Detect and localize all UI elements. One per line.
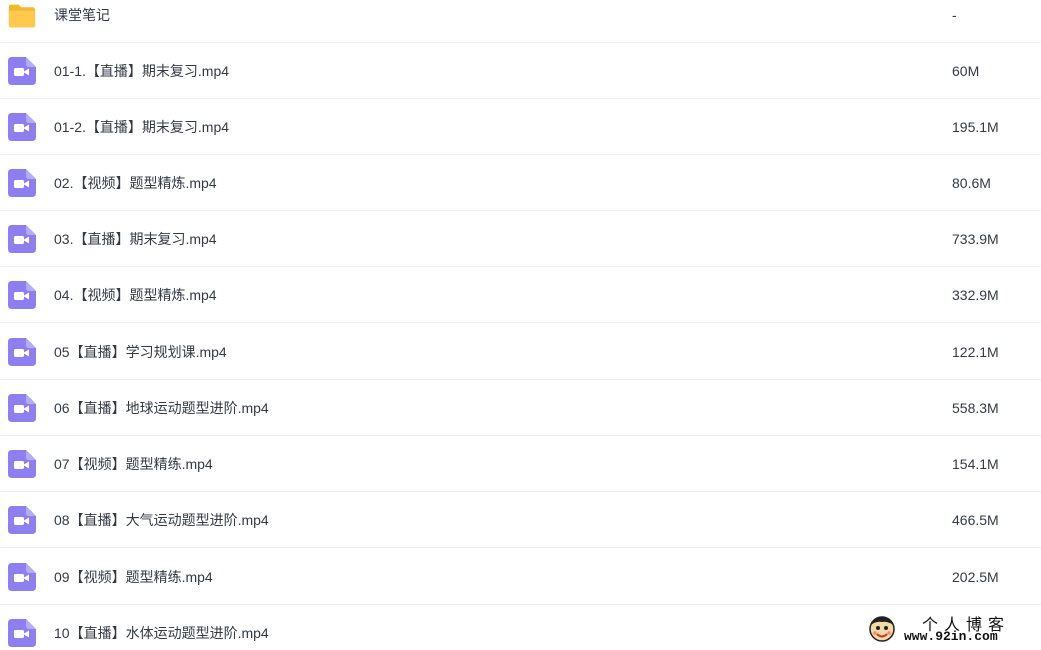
file-size: 202.5M xyxy=(952,569,999,585)
file-row[interactable]: 07【视频】题型精练.mp4 154.1M xyxy=(0,436,1041,492)
video-file-icon xyxy=(8,281,36,309)
file-name: 05【直播】学习规划课.mp4 xyxy=(54,344,227,360)
file-size: 195.1M xyxy=(952,119,999,135)
video-file-icon xyxy=(8,506,36,534)
file-size: 80.6M xyxy=(952,175,991,191)
file-size: 558.3M xyxy=(952,400,999,416)
video-file-icon xyxy=(8,113,36,141)
video-file-icon xyxy=(8,57,36,85)
file-row[interactable]: 03.【直播】期末复习.mp4 733.9M xyxy=(0,211,1041,267)
watermark-url: www.92in.com xyxy=(904,629,998,644)
file-name: 03.【直播】期末复习.mp4 xyxy=(54,231,217,247)
file-name: 07【视频】题型精练.mp4 xyxy=(54,456,213,472)
file-size: 466.5M xyxy=(952,512,999,528)
file-name: 06【直播】地球运动题型进阶.mp4 xyxy=(54,400,269,416)
file-list: 课堂笔记 - 01-1.【直播】期末复习.mp4 60M 01-2.【直播】期末… xyxy=(0,0,1041,650)
video-file-icon xyxy=(8,619,36,647)
mascot-icon xyxy=(869,616,895,642)
video-file-icon xyxy=(8,169,36,197)
watermark: 个人博客 www.92in.com xyxy=(868,611,1033,647)
file-name: 08【直播】大气运动题型进阶.mp4 xyxy=(54,512,269,528)
file-row[interactable]: 04.【视频】题型精炼.mp4 332.9M xyxy=(0,267,1041,323)
video-file-icon xyxy=(8,338,36,366)
file-size: 332.9M xyxy=(952,287,999,303)
video-file-icon xyxy=(8,450,36,478)
file-size: 60M xyxy=(952,63,980,79)
file-name: 02.【视频】题型精炼.mp4 xyxy=(54,175,217,191)
video-file-icon xyxy=(8,225,36,253)
file-size: 122.1M xyxy=(952,344,999,360)
file-row[interactable]: 02.【视频】题型精炼.mp4 80.6M xyxy=(0,155,1041,211)
file-size: 154.1M xyxy=(952,456,999,472)
file-row[interactable]: 05【直播】学习规划课.mp4 122.1M xyxy=(0,324,1041,380)
file-size: - xyxy=(952,7,957,23)
file-row-folder[interactable]: 课堂笔记 - xyxy=(0,0,1041,43)
file-row[interactable]: 09【视频】题型精练.mp4 202.5M xyxy=(0,549,1041,605)
file-name: 课堂笔记 xyxy=(54,7,110,23)
file-size: 733.9M xyxy=(952,231,999,247)
video-file-icon xyxy=(8,563,36,591)
file-name: 01-2.【直播】期末复习.mp4 xyxy=(54,119,230,135)
file-row[interactable]: 08【直播】大气运动题型进阶.mp4 466.5M xyxy=(0,492,1041,548)
file-name: 01-1.【直播】期末复习.mp4 xyxy=(54,63,230,79)
file-row[interactable]: 06【直播】地球运动题型进阶.mp4 558.3M xyxy=(0,380,1041,436)
file-name: 10【直播】水体运动题型进阶.mp4 xyxy=(54,625,269,641)
video-file-icon xyxy=(8,394,36,422)
file-name: 04.【视频】题型精炼.mp4 xyxy=(54,287,217,303)
file-row[interactable]: 01-2.【直播】期末复习.mp4 195.1M xyxy=(0,99,1041,155)
file-name: 09【视频】题型精练.mp4 xyxy=(54,569,213,585)
folder-icon xyxy=(8,4,36,28)
file-row[interactable]: 01-1.【直播】期末复习.mp4 60M xyxy=(0,43,1041,99)
